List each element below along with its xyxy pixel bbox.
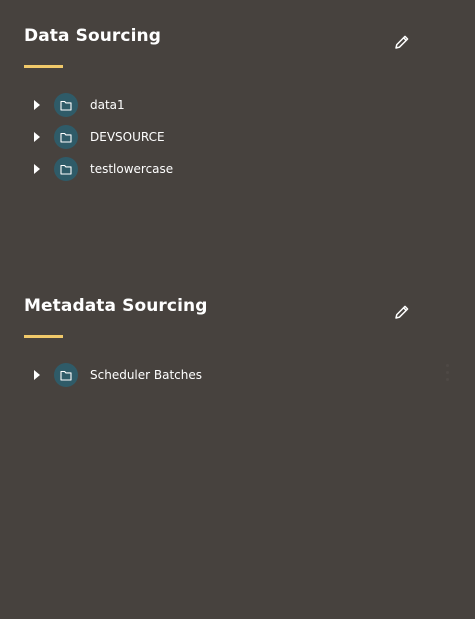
tree-item[interactable]: data1 (0, 89, 475, 121)
tree-item-label: DEVSOURCE (90, 130, 165, 144)
tree-item[interactable]: DEVSOURCE (0, 121, 475, 153)
section-title: Data Sourcing (24, 26, 161, 46)
tree-item-label: testlowercase (90, 162, 174, 176)
folder-icon (54, 363, 78, 387)
tree-item-label: data1 (90, 98, 125, 112)
caret-right-icon[interactable] (30, 162, 44, 176)
title-underline (24, 65, 63, 68)
title-underline (24, 335, 63, 338)
scroll-indicator[interactable] (440, 360, 454, 384)
folder-icon (54, 93, 78, 117)
data-sourcing-tree: data1 DEVSOURCE testlowercase (0, 89, 475, 185)
pencil-icon (395, 305, 409, 319)
caret-right-icon[interactable] (30, 98, 44, 112)
folder-icon (54, 125, 78, 149)
edit-button[interactable] (392, 32, 412, 52)
pencil-icon (395, 35, 409, 49)
metadata-sourcing-tree: Scheduler Batches (0, 359, 475, 391)
tree-item[interactable]: testlowercase (0, 153, 475, 185)
folder-icon (54, 157, 78, 181)
edit-button[interactable] (392, 302, 412, 322)
caret-right-icon[interactable] (30, 130, 44, 144)
tree-item-label: Scheduler Batches (90, 368, 203, 382)
caret-right-icon[interactable] (30, 368, 44, 382)
section-title: Metadata Sourcing (24, 296, 208, 316)
tree-item[interactable]: Scheduler Batches (0, 359, 475, 391)
